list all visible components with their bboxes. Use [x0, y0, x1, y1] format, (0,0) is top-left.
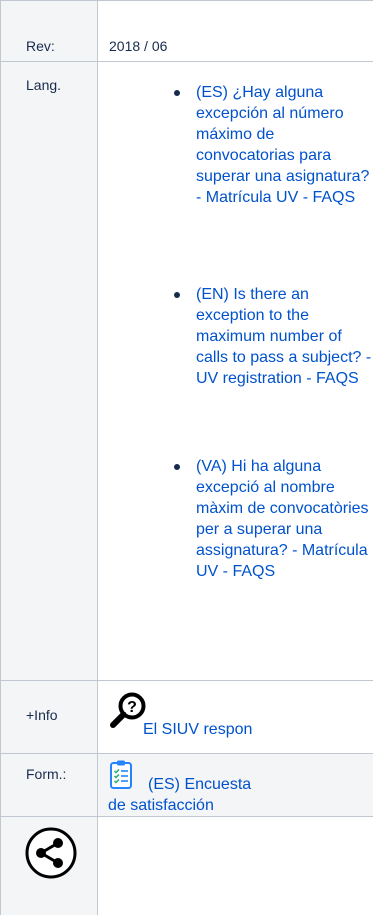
- form-label: Form.:: [26, 766, 67, 782]
- table-row-form: Form.: (ES) Encuesta de satisfacción: [0, 754, 373, 816]
- bullet-icon: [174, 292, 180, 298]
- table-row-lang: Lang. (ES) ¿Hay alguna excepción al núme…: [0, 62, 373, 680]
- table-row-rev: Rev: 2018 / 06: [0, 1, 373, 61]
- rev-cell: 2018 / 06: [98, 1, 373, 61]
- row-label-lang: Lang.: [0, 62, 98, 680]
- form-link-wrapper: (ES) Encuesta de satisfacción: [108, 774, 268, 816]
- form-cell: (ES) Encuesta de satisfacción: [98, 754, 373, 816]
- list-item: (VA) Hi ha alguna excepció al nombre màx…: [174, 456, 373, 582]
- svg-text:?: ?: [127, 699, 137, 716]
- bullet-icon: [174, 90, 180, 96]
- encuesta-satisfaccion-link[interactable]: (ES) Encuesta de satisfacción: [108, 776, 251, 814]
- row-label-form: Form.:: [0, 754, 98, 816]
- lang-cell: (ES) ¿Hay alguna excepción al número máx…: [98, 62, 373, 680]
- siuv-respon-link[interactable]: El SIUV respon: [143, 721, 252, 739]
- list-item: (ES) ¿Hay alguna excepción al número máx…: [174, 82, 373, 208]
- lang-link-es[interactable]: (ES) ¿Hay alguna excepción al número máx…: [196, 84, 369, 206]
- rev-value: 2018 / 06: [109, 38, 168, 54]
- lang-link-va[interactable]: (VA) Hi ha alguna excepció al nombre màx…: [196, 458, 369, 580]
- rev-label: Rev:: [26, 38, 55, 54]
- lang-label: Lang.: [26, 77, 62, 93]
- share-icon[interactable]: [25, 827, 77, 879]
- lang-link-en[interactable]: (EN) Is there an exception to the maximu…: [196, 286, 371, 387]
- row-label-info: +Info: [0, 681, 98, 753]
- list-item: (EN) Is there an exception to the maximu…: [174, 284, 373, 389]
- table-row-share: [0, 817, 373, 915]
- row-label-share: [0, 817, 98, 915]
- magnifier-question-icon: ?: [110, 692, 146, 728]
- table-row-info: +Info ? El SIUV respon: [0, 681, 373, 753]
- info-label: +Info: [26, 707, 58, 723]
- bullet-icon: [174, 464, 180, 470]
- share-cell: [98, 817, 373, 915]
- info-cell: ? El SIUV respon: [98, 681, 373, 753]
- row-label-rev: Rev:: [0, 1, 98, 61]
